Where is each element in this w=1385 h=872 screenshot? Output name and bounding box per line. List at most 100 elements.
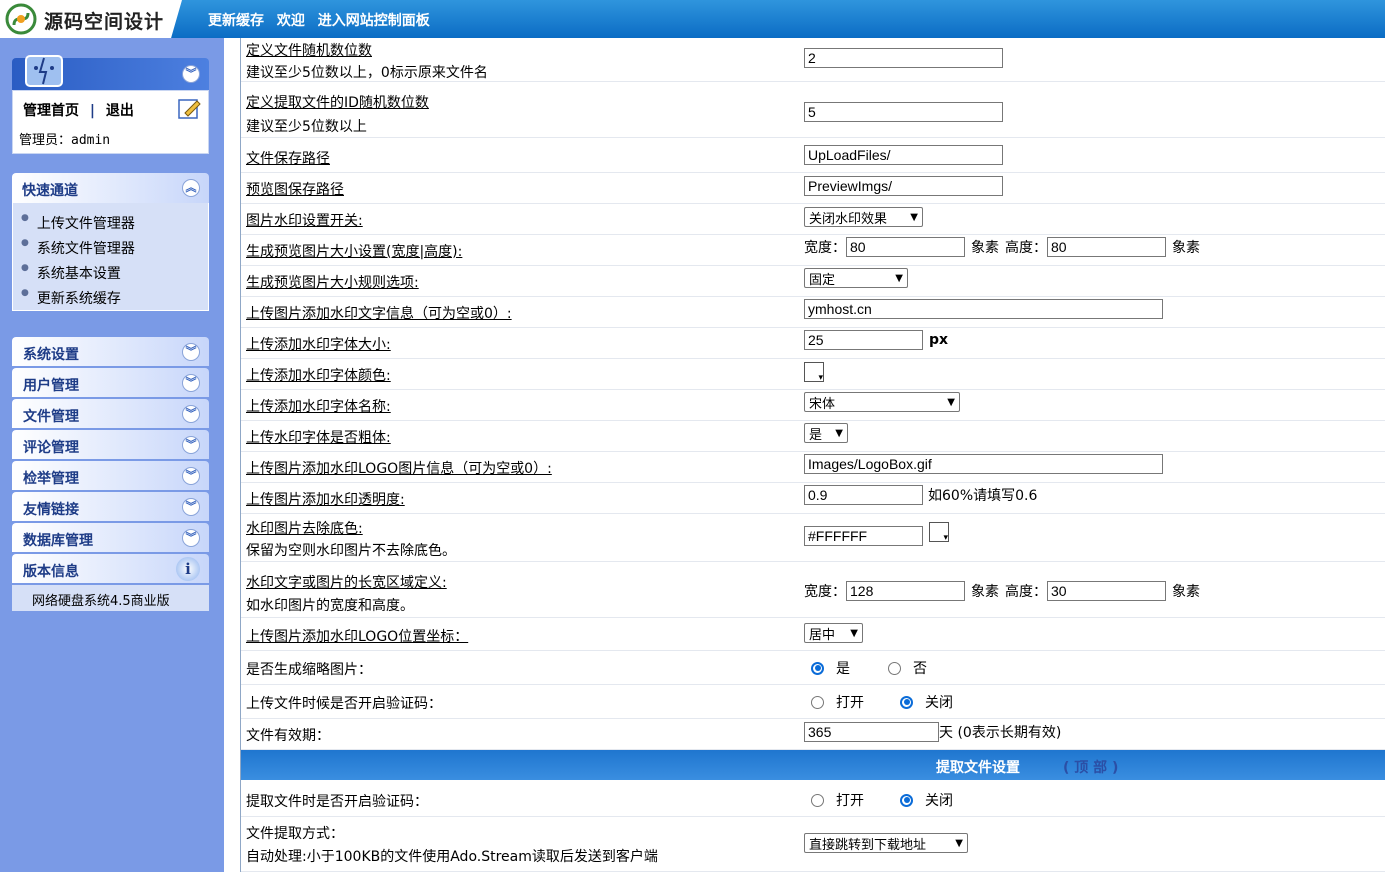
row-label: 上传图片添加水印文字信息（可为空或0）: — [246, 306, 512, 322]
extract-method-select[interactable]: 直接跳转到下载地址 ▼ — [804, 833, 968, 853]
font-size-input[interactable]: 25 — [804, 330, 923, 350]
area-height-input[interactable]: 30 — [1047, 581, 1166, 601]
menu-system-settings[interactable]: 系统设置 ︾ — [12, 337, 209, 368]
preview-height-input[interactable]: 80 — [1047, 237, 1166, 257]
random-digits-input[interactable]: 2 — [804, 48, 1003, 68]
refresh-cache-link[interactable]: 更新缓存 — [208, 13, 264, 29]
upload-captcha-off-radio[interactable] — [900, 695, 913, 709]
row-label: 预览图保存路径 — [246, 182, 344, 198]
expiry-days-input[interactable]: 365 — [804, 722, 939, 742]
section-title: 提取文件设置 — [936, 760, 1020, 776]
chevron-down-icon[interactable]: ︾ — [182, 374, 200, 392]
quick-item[interactable]: ● 上传文件管理器 — [21, 213, 135, 233]
logo-image-input[interactable]: Images/LogoBox.gif — [804, 454, 1163, 474]
bg-color-input[interactable]: #FFFFFF — [804, 526, 923, 546]
upload-captcha-on-radio[interactable] — [811, 695, 824, 709]
version-text: 网络硬盘系统4.5商业版 — [32, 594, 170, 609]
top-bar: 源码空间设计 更新缓存 欢迎 进入网站控制面板 — [0, 0, 1385, 38]
chevron-down-icon: ▼ — [955, 837, 963, 849]
font-color-picker[interactable] — [804, 362, 824, 383]
logo: 源码空间设计 — [0, 0, 182, 38]
form-row: 上传添加水印字体颜色: — [241, 359, 1385, 390]
row-label: 文件有效期： — [246, 728, 330, 744]
chevron-down-icon: ▼ — [895, 272, 903, 284]
chevron-down-icon: ▼ — [850, 627, 858, 639]
watermark-switch-select[interactable]: 关闭水印效果 ▼ — [804, 207, 923, 227]
edit-note-icon[interactable] — [177, 97, 203, 121]
menu-file-management[interactable]: 文件管理 ︾ — [12, 399, 209, 430]
logout-link[interactable]: 退出 — [106, 103, 134, 119]
form-row: 上传文件时候是否开启验证码： 打开 关闭 — [241, 685, 1385, 719]
preview-rule-select[interactable]: 固定 ▼ — [804, 268, 908, 288]
font-name-select[interactable]: 宋体 ▼ — [804, 392, 960, 412]
row-label: 提取文件时是否开启验证码： — [246, 794, 428, 810]
bullet-icon: ● — [21, 213, 29, 223]
row-label: 文件提取方式： — [246, 826, 344, 842]
info-icon[interactable]: i — [176, 557, 200, 581]
row-label: 水印文字或图片的长宽区域定义: — [246, 575, 447, 591]
chevron-down-icon[interactable]: ︾ — [182, 498, 200, 516]
admin-username: 管理员：admin — [19, 133, 111, 148]
admin-panel: ︾ 管理首页 | 退出 管理员：admin — [12, 55, 209, 154]
form-row: 上传图片添加水印文字信息（可为空或0）: ymhost.cn — [241, 297, 1385, 328]
chevron-down-icon[interactable]: ︾ — [182, 405, 200, 423]
row-label: 上传图片添加水印透明度: — [246, 492, 405, 508]
bg-color-picker[interactable] — [929, 522, 949, 543]
row-label: 文件保存路径 — [246, 151, 330, 167]
menu-version-info[interactable]: 版本信息 i — [12, 554, 209, 585]
save-path-input[interactable]: UpLoadFiles/ — [804, 145, 1003, 165]
bullet-icon: ● — [21, 238, 29, 248]
extract-captcha-off-radio[interactable] — [900, 793, 913, 807]
chevron-down-icon[interactable]: ︾ — [182, 529, 200, 547]
width-label: 宽度： — [804, 584, 846, 600]
row-label: 定义提取文件的ID随机数位数 — [246, 95, 429, 111]
chevron-up-icon[interactable]: ︽ — [182, 179, 200, 197]
unit-label: 象素 — [971, 240, 999, 256]
id-random-digits-input[interactable]: 5 — [804, 102, 1003, 122]
form-row: 上传图片添加水印透明度: 0.9 如60%请填写0.6 — [241, 483, 1385, 514]
row-label: 是否生成缩略图片： — [246, 662, 372, 678]
radio-label: 关闭 — [925, 695, 953, 711]
preview-width-input[interactable]: 80 — [846, 237, 965, 257]
opacity-input[interactable]: 0.9 — [804, 485, 923, 505]
thumbnail-yes-radio[interactable] — [811, 661, 824, 675]
menu-friend-links[interactable]: 友情链接 ︾ — [12, 492, 209, 523]
control-panel-link[interactable]: 进入网站控制面板 — [318, 13, 430, 29]
row-label: 上传文件时候是否开启验证码： — [246, 696, 442, 712]
logo-position-select[interactable]: 居中 ▼ — [804, 623, 863, 643]
form-row: 文件有效期： 365 天 (0表示长期有效) — [241, 719, 1385, 750]
menu-report-management[interactable]: 检举管理 ︾ — [12, 461, 209, 492]
menu-comment-management[interactable]: 评论管理 ︾ — [12, 430, 209, 461]
font-bold-select[interactable]: 是 ▼ — [804, 423, 848, 443]
expiry-note: 天 (0表示长期有效) — [939, 725, 1062, 741]
quick-panel-header[interactable]: 快速通道 ︽ — [12, 173, 209, 203]
unit-label: 象素 — [1172, 240, 1200, 256]
admin-home-link[interactable]: 管理首页 — [23, 103, 79, 119]
menu-user-management[interactable]: 用户管理 ︾ — [12, 368, 209, 399]
form-row: 文件保存路径 UpLoadFiles/ — [241, 142, 1385, 173]
radio-label: 否 — [913, 661, 927, 677]
form-row: 定义提取文件的ID随机数位数 建议至少5位数以上 5 — [241, 90, 1385, 138]
preview-path-input[interactable]: PreviewImgs/ — [804, 176, 1003, 196]
unit-label: 象素 — [971, 584, 999, 600]
form-row: 上传图片添加水印LOGO位置坐标： 居中 ▼ — [241, 618, 1385, 651]
back-to-top-link[interactable]: ( 顶 部 ) — [1063, 757, 1118, 777]
extract-captcha-on-radio[interactable] — [811, 793, 824, 807]
chevron-down-icon[interactable]: ︾ — [182, 343, 200, 361]
quick-item[interactable]: ● 系统文件管理器 — [21, 238, 135, 258]
area-width-input[interactable]: 128 — [846, 581, 965, 601]
admin-collapse-icon[interactable]: ︾ — [182, 65, 200, 83]
chevron-down-icon: ▼ — [910, 211, 918, 223]
watermark-text-input[interactable]: ymhost.cn — [804, 299, 1163, 319]
thumbnail-no-radio[interactable] — [888, 661, 901, 675]
quick-panel-title: 快速通道 — [22, 183, 78, 199]
settings-form: 定义文件随机数位数 建议至少5位数以上，0标示原来文件名 2 定义提取文件的ID… — [241, 38, 1385, 872]
quick-item[interactable]: ● 更新系统缓存 — [21, 288, 121, 308]
menu-database-management[interactable]: 数据库管理 ︾ — [12, 523, 209, 554]
form-row: 图片水印设置开关: 关闭水印效果 ▼ — [241, 204, 1385, 235]
welcome-link[interactable]: 欢迎 — [277, 13, 305, 29]
quick-item[interactable]: ● 系统基本设置 — [21, 263, 121, 283]
chevron-down-icon[interactable]: ︾ — [182, 436, 200, 454]
chevron-down-icon[interactable]: ︾ — [182, 467, 200, 485]
quick-panel-body: ● 上传文件管理器 ● 系统文件管理器 ● 系统基本设置 ● 更新系统缓存 — [12, 203, 209, 311]
